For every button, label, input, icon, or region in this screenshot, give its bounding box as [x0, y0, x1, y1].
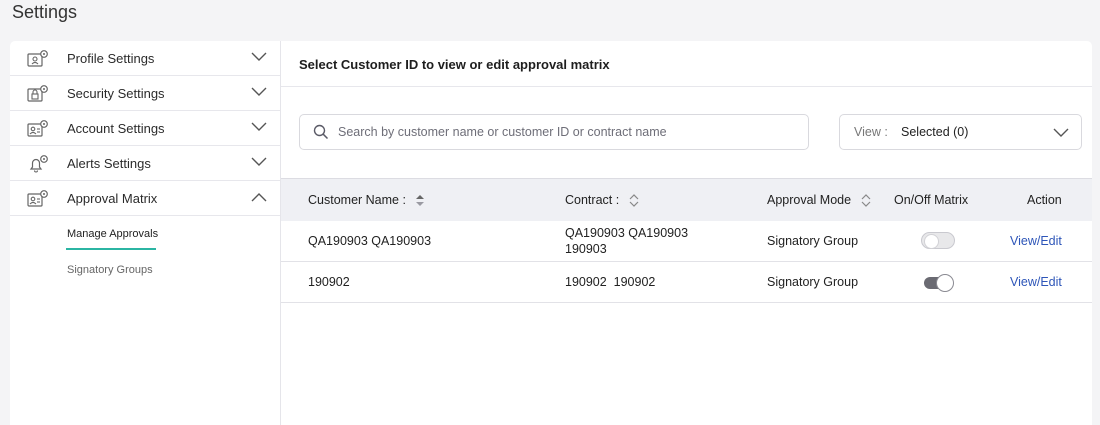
panel-heading: Select Customer ID to view or edit appro…	[281, 41, 1092, 87]
sidebar-item-alerts-settings[interactable]: Alerts Settings	[10, 146, 280, 181]
chevron-down-icon[interactable]	[251, 87, 267, 97]
sort-icon[interactable]	[415, 194, 425, 207]
table-row: QA190903 QA190903 QA190903 QA190903 1909…	[281, 221, 1092, 262]
sidebar-item-account-settings[interactable]: Account Settings	[10, 111, 280, 146]
contract-line: 190903	[565, 242, 607, 256]
submenu-item-manage-approvals[interactable]: Manage Approvals	[10, 228, 280, 264]
approval-mode-cell: Signatory Group	[767, 234, 859, 248]
column-header-on-off-matrix: On/Off Matrix	[894, 193, 969, 207]
column-header-customer-name[interactable]: Customer Name :	[308, 193, 425, 207]
profile-settings-icon	[27, 50, 48, 67]
matrix-toggle[interactable]	[921, 232, 955, 249]
view-edit-link[interactable]: View/Edit	[1010, 275, 1062, 289]
sidebar-item-label: Security Settings	[67, 85, 165, 101]
column-header-approval-mode[interactable]: Approval Mode	[767, 193, 871, 208]
sidebar-item-label: Alerts Settings	[67, 155, 151, 171]
view-select[interactable]: View : Selected (0)	[839, 114, 1082, 150]
sidebar-item-label: Account Settings	[67, 120, 165, 136]
chevron-down-icon[interactable]	[251, 157, 267, 167]
chevron-down-icon[interactable]	[251, 52, 267, 62]
settings-sidebar: Profile Settings Security Settings Accou…	[10, 41, 281, 425]
page-title: Settings	[12, 2, 78, 22]
sort-icon[interactable]	[861, 194, 871, 208]
contract-line: QA190903 QA190903	[565, 226, 689, 240]
view-label: View :	[854, 125, 888, 139]
search-box[interactable]	[299, 114, 809, 150]
approval-matrix-icon	[27, 190, 48, 207]
sidebar-item-label: Profile Settings	[67, 50, 155, 66]
column-header-action: Action	[1027, 193, 1062, 207]
view-selected-value: Selected (0)	[901, 125, 969, 139]
column-header-label: Customer Name :	[308, 193, 406, 207]
chevron-down-icon[interactable]	[251, 122, 267, 132]
matrix-toggle[interactable]	[924, 274, 954, 292]
view-edit-link[interactable]: View/Edit	[1010, 234, 1062, 248]
submenu-item-signatory-groups[interactable]: Signatory Groups	[10, 264, 280, 300]
customer-name-cell: 190902	[308, 275, 350, 289]
column-header-label: Approval Mode	[767, 193, 852, 207]
sidebar-item-security-settings[interactable]: Security Settings	[10, 76, 280, 111]
table-header: Customer Name : Contract : Approval Mode…	[281, 178, 1092, 221]
approval-matrix-panel: Select Customer ID to view or edit appro…	[281, 41, 1092, 425]
search-input[interactable]	[338, 122, 798, 142]
approval-mode-cell: Signatory Group	[767, 275, 859, 289]
column-header-label: Contract :	[565, 193, 620, 207]
contract-cell: QA190903 QA190903 190903	[565, 225, 688, 257]
chevron-up-icon[interactable]	[251, 192, 267, 202]
customer-name-cell: QA190903 QA190903	[308, 234, 432, 248]
contract-cell: 190902 190902	[565, 275, 656, 289]
bell-settings-icon	[29, 155, 48, 173]
sidebar-item-approval-matrix[interactable]: Approval Matrix	[10, 181, 280, 216]
account-settings-icon	[27, 120, 48, 137]
sort-icon[interactable]	[629, 194, 639, 208]
chevron-down-icon[interactable]	[1053, 128, 1069, 138]
search-icon	[313, 124, 329, 140]
sidebar-item-profile-settings[interactable]: Profile Settings	[10, 41, 280, 76]
column-header-contract[interactable]: Contract :	[565, 193, 639, 208]
sidebar-item-label: Approval Matrix	[67, 190, 158, 206]
table-row: 190902 190902 190902 Signatory Group Vie…	[281, 262, 1092, 303]
security-settings-icon	[27, 85, 48, 102]
approval-matrix-submenu: Manage Approvals Signatory Groups	[10, 216, 280, 300]
